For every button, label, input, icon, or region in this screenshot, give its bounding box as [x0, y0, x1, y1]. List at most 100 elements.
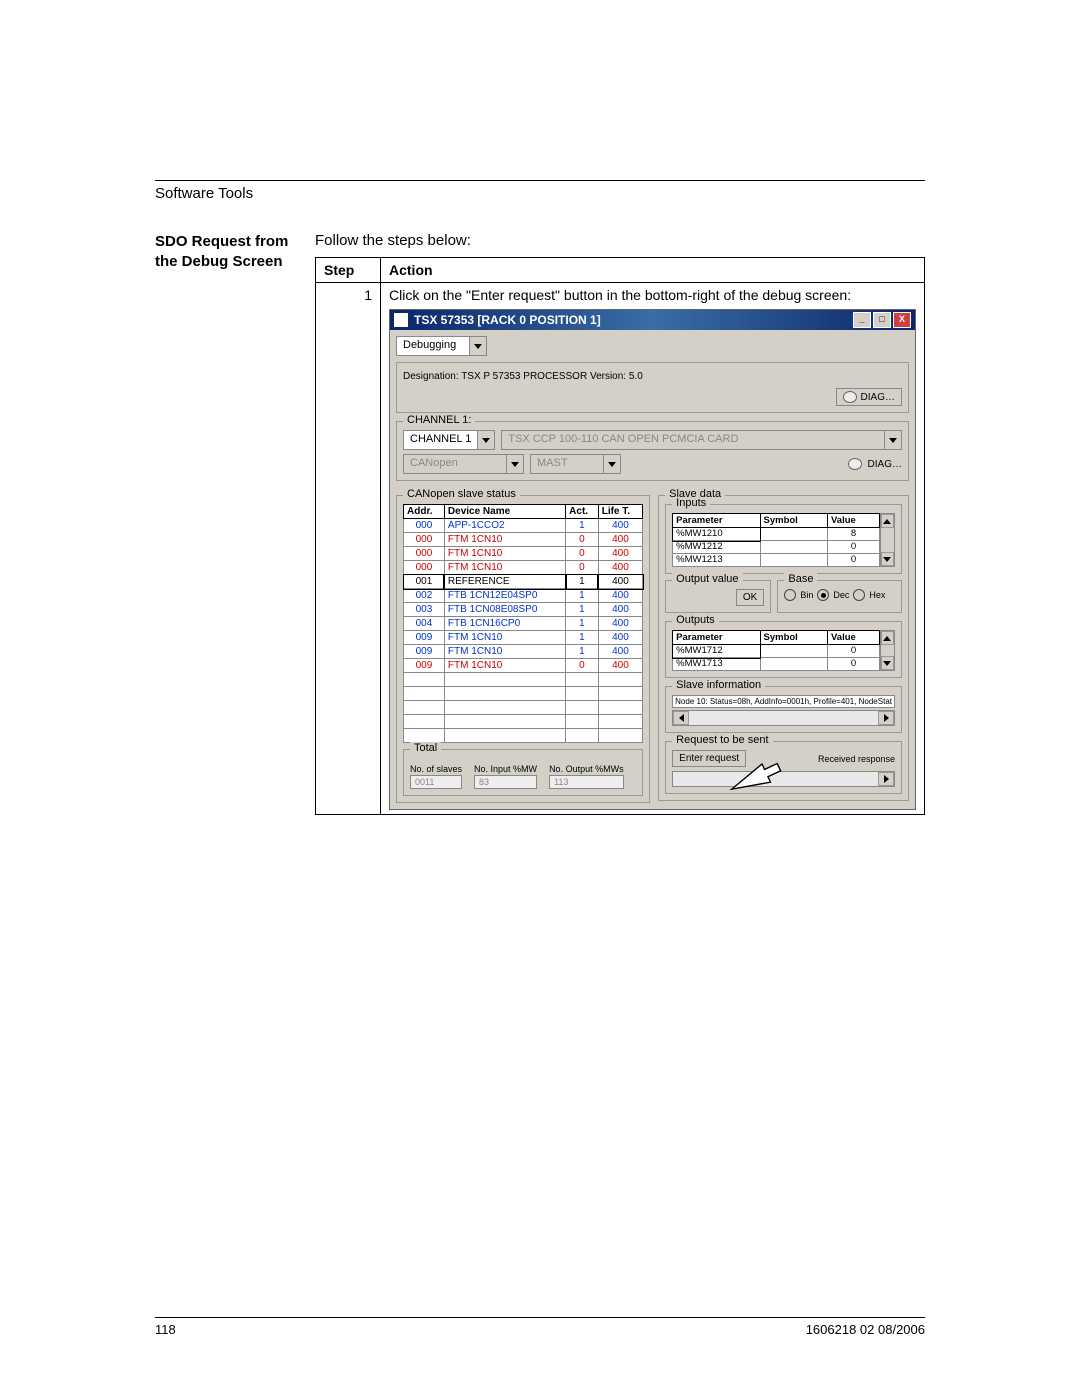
no-input-value: 83 [474, 775, 537, 789]
table-row[interactable]: 009FTM 1CN100400 [404, 659, 643, 673]
request-title: Request to be sent [672, 734, 772, 746]
doc-reference: 1606218 02 08/2006 [806, 1322, 925, 1337]
scroll-down-icon[interactable] [881, 656, 894, 670]
outputs-table: Parameter Symbol Value %MW17120%MW17130 [672, 630, 880, 671]
channel-label: CHANNEL 1: [403, 414, 475, 426]
no-slaves-label: No. of slaves [410, 764, 462, 774]
intro-text: Follow the steps below: [315, 232, 925, 249]
led-icon [848, 458, 862, 470]
table-row[interactable]: 000FTM 1CN100400 [404, 547, 643, 561]
hex-label: Hex [869, 590, 885, 600]
total-title: Total [410, 742, 441, 754]
slave-info-scrollbar[interactable] [672, 710, 895, 726]
led-icon [843, 391, 857, 403]
bin-label: Bin [800, 590, 813, 600]
protocol-combo[interactable]: CANopen [403, 454, 524, 474]
section-heading: SDO Request from the Debug Screen [155, 232, 295, 271]
action-text: Click on the "Enter request" button in t… [389, 287, 916, 303]
scroll-left-icon[interactable] [673, 711, 689, 725]
ok-button[interactable]: OK [736, 589, 764, 606]
table-row[interactable]: 004FTB 1CN16CP01400 [404, 617, 643, 631]
page-number: 118 [155, 1322, 176, 1337]
mast-text: MAST [531, 455, 603, 473]
col-value: Value [827, 514, 879, 528]
radio-hex[interactable] [853, 589, 865, 601]
col-value: Value [827, 631, 879, 645]
col-symbol: Symbol [760, 514, 827, 528]
scroll-up-icon[interactable] [881, 631, 894, 645]
base-title: Base [784, 573, 817, 585]
outputs-scrollbar[interactable] [880, 630, 895, 671]
maximize-button[interactable]: □ [873, 312, 891, 328]
step-header: Step [316, 258, 381, 283]
slave-status-title: CANopen slave status [403, 488, 520, 500]
scroll-down-icon[interactable] [881, 552, 894, 566]
diag2-button[interactable]: DIAG… [868, 459, 902, 470]
table-row[interactable]: %MW17130 [673, 658, 880, 671]
close-button[interactable]: X [893, 312, 911, 328]
window-titlebar[interactable]: TSX 57353 [RACK 0 POSITION 1] _ □ X [390, 310, 915, 330]
chevron-down-icon [469, 337, 486, 355]
window-title: TSX 57353 [RACK 0 POSITION 1] [414, 313, 601, 327]
inputs-title: Inputs [672, 497, 710, 509]
col-param: Parameter [673, 631, 760, 645]
designation-text: Designation: TSX P 57353 PROCESSOR Versi… [403, 371, 643, 382]
protocol-text: CANopen [404, 455, 506, 473]
chevron-down-icon [477, 431, 494, 449]
chevron-down-icon [506, 455, 523, 473]
step-number: 1 [316, 283, 381, 815]
chevron-down-icon [603, 455, 620, 473]
table-row[interactable]: 002FTB 1CN12E04SP01400 [404, 589, 643, 603]
received-response-label: Received response [818, 754, 895, 764]
scroll-up-icon[interactable] [881, 514, 894, 528]
table-row[interactable]: 003FTB 1CN08E08SP01400 [404, 603, 643, 617]
no-output-value: 113 [549, 775, 624, 789]
minimize-button[interactable]: _ [853, 312, 871, 328]
scroll-right-icon[interactable] [878, 772, 894, 786]
inputs-scrollbar[interactable] [880, 513, 895, 567]
scroll-right-icon[interactable] [878, 711, 894, 725]
table-row[interactable]: 000APP-1CCO21400 [404, 519, 643, 533]
slave-info-title: Slave information [672, 679, 765, 691]
diag-button[interactable]: DIAG… [836, 388, 902, 406]
mast-combo[interactable]: MAST [530, 454, 621, 474]
col-act: Act. [566, 505, 599, 519]
channel-combo-text: CHANNEL 1 [404, 431, 477, 449]
col-param: Parameter [673, 514, 760, 528]
no-input-label: No. Input %MW [474, 764, 537, 774]
slave-info-text: Node 10: Status=08h, AddInfo=0001h, Prof… [672, 695, 895, 708]
table-row[interactable]: %MW12120 [673, 541, 880, 554]
table-row[interactable]: %MW17120 [673, 645, 880, 658]
dec-label: Dec [833, 590, 849, 600]
card-combo[interactable]: TSX CCP 100-110 CAN OPEN PCMCIA CARD [501, 430, 902, 450]
col-symbol: Symbol [760, 631, 827, 645]
slave-table: Addr. Device Name Act. Life T. 000APP-1C… [403, 504, 643, 743]
table-row[interactable]: 009FTM 1CN101400 [404, 631, 643, 645]
output-value-title: Output value [672, 573, 742, 585]
no-output-label: No. Output %MWs [549, 764, 624, 774]
debugging-combo-text: Debugging [397, 337, 469, 355]
radio-dec[interactable] [817, 589, 829, 601]
table-row[interactable]: %MW12108 [673, 528, 880, 541]
chevron-down-icon [884, 431, 901, 449]
col-addr: Addr. [404, 505, 445, 519]
table-row[interactable]: 009FTM 1CN101400 [404, 645, 643, 659]
col-life: Life T. [598, 505, 642, 519]
table-row[interactable]: 000FTM 1CN100400 [404, 533, 643, 547]
debugging-combo[interactable]: Debugging [396, 336, 487, 356]
diag-label: DIAG… [861, 392, 895, 403]
app-icon [394, 313, 408, 327]
card-text: TSX CCP 100-110 CAN OPEN PCMCIA CARD [502, 431, 884, 449]
channel-combo[interactable]: CHANNEL 1 [403, 430, 495, 450]
col-device: Device Name [444, 505, 565, 519]
no-slaves-value: 0011 [410, 775, 462, 789]
inputs-table: Parameter Symbol Value %MW12108%MW12120%… [672, 513, 880, 567]
page-header: Software Tools [155, 185, 925, 202]
table-row[interactable]: 000FTM 1CN100400 [404, 561, 643, 575]
table-row[interactable]: 001REFERENCE1400 [404, 575, 643, 589]
step-table: Step Action 1 Click on the "Enter reques… [315, 257, 925, 815]
table-row[interactable]: %MW12130 [673, 554, 880, 567]
enter-request-button[interactable]: Enter request [672, 750, 746, 767]
action-header: Action [381, 258, 925, 283]
radio-bin[interactable] [784, 589, 796, 601]
